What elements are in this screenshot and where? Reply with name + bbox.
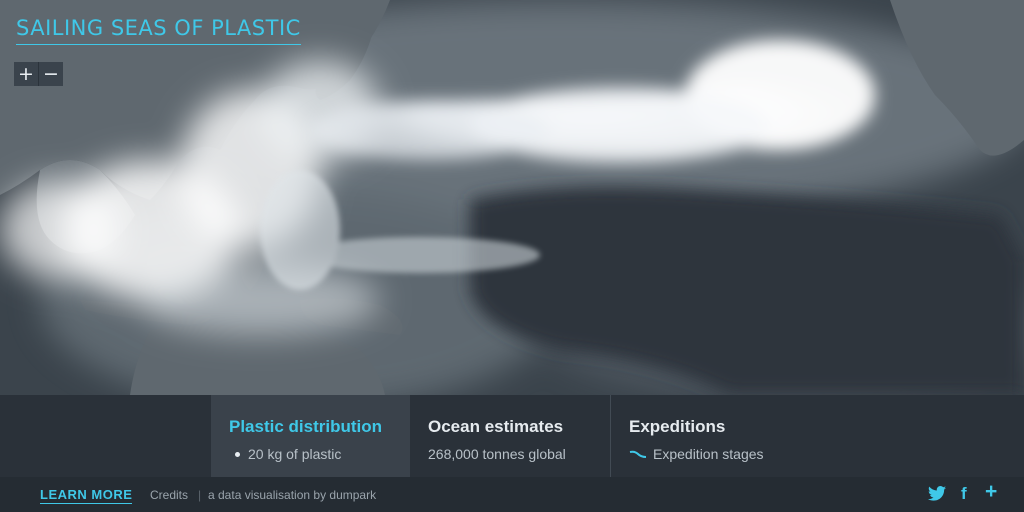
facebook-icon[interactable]: f — [961, 485, 967, 503]
zoom-controls: + − — [14, 62, 63, 86]
map-canvas — [0, 0, 1024, 395]
tab-plastic-distribution[interactable]: Plastic distribution 20 kg of plastic — [211, 395, 410, 477]
byline-text: a data visualisation by dumpark — [208, 488, 377, 502]
twitter-icon[interactable] — [928, 486, 946, 505]
zoom-in-button[interactable]: + — [14, 62, 38, 86]
tab-subtitle: 268,000 tonnes global — [428, 446, 566, 462]
tab-subtitle: 20 kg of plastic — [248, 446, 342, 462]
tab-legend: Expedition stages — [629, 446, 811, 462]
tab-title: Plastic distribution — [229, 417, 383, 436]
footer-separator: | — [198, 488, 202, 502]
info-panel: Plastic distribution 20 kg of plastic Oc… — [0, 395, 1024, 477]
plus-icon[interactable]: + — [985, 481, 997, 502]
credits-link[interactable]: Credits — [150, 488, 188, 502]
plastic-dot-icon — [235, 451, 240, 457]
zoom-out-button[interactable]: − — [38, 62, 63, 86]
tab-subtitle: Expedition stages — [653, 446, 764, 462]
learn-more-link[interactable]: LEARN MORE — [40, 487, 133, 504]
tab-legend: 20 kg of plastic — [229, 446, 410, 462]
footer-bar: LEARN MORE Credits | a data visualisatio… — [0, 477, 1024, 512]
tab-title: Expeditions — [629, 417, 726, 436]
tab-expeditions[interactable]: Expeditions Expedition stages — [611, 395, 811, 477]
plastic-density-map[interactable]: SAILING SEAS OF PLASTIC + − — [0, 0, 1024, 395]
tab-ocean-estimates[interactable]: Ocean estimates 268,000 tonnes global — [410, 395, 610, 477]
tab-title: Ocean estimates — [428, 417, 564, 436]
tab-legend: 268,000 tonnes global — [428, 446, 610, 462]
expedition-route-icon — [629, 450, 647, 458]
page-title: SAILING SEAS OF PLASTIC — [16, 16, 301, 45]
